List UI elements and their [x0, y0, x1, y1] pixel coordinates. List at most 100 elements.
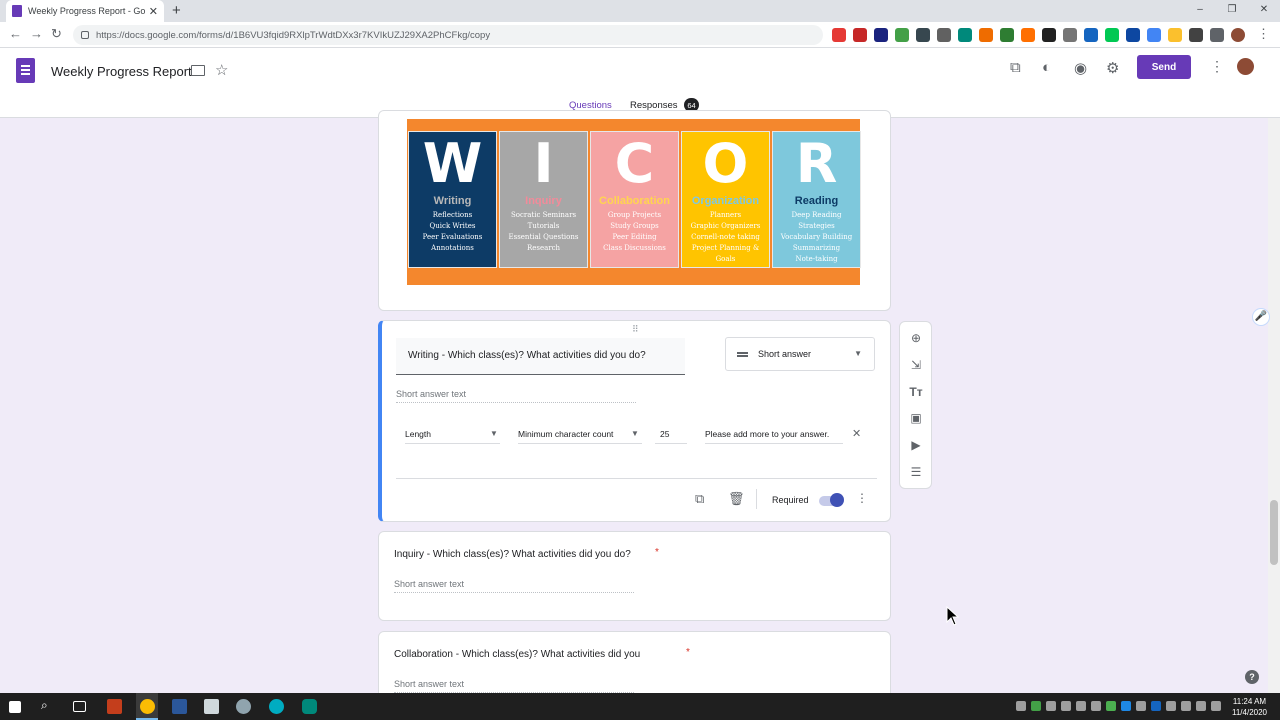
tray-icon[interactable]: [1196, 701, 1206, 711]
extension-icon[interactable]: [1126, 28, 1140, 42]
tray-icon[interactable]: [1046, 701, 1056, 711]
avatar[interactable]: [1237, 58, 1254, 75]
custom-error-text-input[interactable]: Please add more to your answer.: [705, 429, 829, 439]
addons-icon[interactable]: ⧉: [1010, 59, 1021, 76]
close-window-button[interactable]: ✕: [1248, 0, 1280, 22]
extension-icon[interactable]: [937, 28, 951, 42]
more-vert-icon[interactable]: ⋮: [856, 491, 868, 505]
active-question-card[interactable]: ⠿ Writing - Which class(es)? What activi…: [378, 320, 891, 522]
notepad-icon[interactable]: [204, 699, 219, 714]
tray-icon[interactable]: [1121, 701, 1131, 711]
extension-icon[interactable]: [853, 28, 867, 42]
drag-handle-icon[interactable]: ⠿: [632, 324, 640, 335]
star-icon[interactable]: ☆: [215, 61, 228, 79]
address-bar[interactable]: https://docs.google.com/forms/d/1B6VU3fq…: [73, 25, 823, 45]
tray-icon[interactable]: [1061, 701, 1071, 711]
tray-icon[interactable]: [1106, 701, 1116, 711]
search-icon[interactable]: ⌕: [41, 698, 56, 713]
duplicate-icon[interactable]: ⧉: [695, 491, 704, 507]
extension-icon[interactable]: [1000, 28, 1014, 42]
extension-icon[interactable]: [1021, 28, 1035, 42]
minimize-button[interactable]: –: [1184, 0, 1216, 22]
tray-icon[interactable]: [1136, 701, 1146, 711]
extension-icon[interactable]: [979, 28, 993, 42]
question-card[interactable]: Inquiry - Which class(es)? What activiti…: [378, 531, 891, 621]
extension-icon[interactable]: [1168, 28, 1182, 42]
new-tab-button[interactable]: +: [172, 2, 181, 19]
wicor-activity: Socratic Seminars: [510, 211, 577, 219]
chrome-icon[interactable]: [140, 699, 155, 714]
extension-icon[interactable]: [916, 28, 930, 42]
voice-typing-mic-icon[interactable]: 🎤: [1252, 308, 1270, 326]
word-icon[interactable]: [172, 699, 187, 714]
extension-icon[interactable]: [832, 28, 846, 42]
import-questions-icon[interactable]: ⇲: [908, 358, 924, 372]
tray-icon[interactable]: [1151, 701, 1161, 711]
scrollbar-thumb[interactable]: [1270, 500, 1278, 565]
delete-icon[interactable]: 🗑: [728, 491, 745, 507]
question-card[interactable]: Collaboration - Which class(es)? What ac…: [378, 631, 891, 701]
required-toggle-knob[interactable]: [830, 493, 844, 507]
wicor-activities: Reflections Quick Writes Peer Evaluations A…: [409, 210, 496, 254]
app-icon[interactable]: [236, 699, 251, 714]
extension-icon[interactable]: [874, 28, 888, 42]
question-title-input[interactable]: Writing - Which class(es)? What activiti…: [396, 338, 685, 375]
settings-icon[interactable]: ⚙: [1106, 59, 1119, 77]
palette-icon[interactable]: ◐: [1042, 59, 1051, 76]
browser-tab[interactable]: Weekly Progress Report - Google ✕: [6, 0, 164, 22]
reload-icon[interactable]: ↻: [51, 26, 62, 42]
select-underline: [405, 443, 500, 444]
restore-button[interactable]: ❐: [1216, 0, 1248, 22]
extension-icon[interactable]: [1063, 28, 1077, 42]
close-tab-icon[interactable]: ✕: [149, 5, 158, 18]
extension-icon[interactable]: [958, 28, 972, 42]
tray-icon[interactable]: [1091, 701, 1101, 711]
remove-validation-icon[interactable]: ✕: [852, 427, 861, 440]
move-to-folder-icon[interactable]: [191, 65, 205, 76]
preview-icon[interactable]: ◉: [1074, 59, 1087, 77]
wicor-letter: I: [533, 132, 554, 195]
tray-icon[interactable]: [1181, 701, 1191, 711]
screencast-icon[interactable]: [269, 699, 284, 714]
extension-icon[interactable]: [1189, 28, 1203, 42]
validation-condition-select[interactable]: Minimum character count: [518, 429, 613, 439]
tray-icon[interactable]: [1166, 701, 1176, 711]
add-image-icon[interactable]: ▣: [908, 411, 924, 425]
profile-avatar[interactable]: [1231, 28, 1245, 42]
image-card[interactable]: W Writing Reflections Quick Writes Peer Eval…: [378, 110, 891, 311]
add-video-icon[interactable]: ▶: [908, 438, 924, 452]
taskbar-clock[interactable]: 11:24 AM 11/4/2020: [1232, 696, 1267, 718]
meet-icon[interactable]: [302, 699, 317, 714]
select-underline: [518, 443, 642, 444]
extension-icon[interactable]: [1105, 28, 1119, 42]
side-toolbar: ⊕ ⇲ Tт ▣ ▶ ☰: [899, 321, 932, 489]
add-section-icon[interactable]: ☰: [908, 465, 924, 479]
extension-icon[interactable]: [1042, 28, 1056, 42]
wicor-activity: Project Planning & Goals: [691, 244, 760, 263]
help-icon[interactable]: ?: [1245, 670, 1259, 684]
extension-icon[interactable]: [1084, 28, 1098, 42]
chrome-menu-icon[interactable]: ⋮: [1257, 26, 1270, 42]
extensions-puzzle-icon[interactable]: [1210, 28, 1224, 42]
question-type-dropdown[interactable]: Short answer ▼: [725, 337, 875, 371]
windows-start-icon[interactable]: [9, 701, 21, 713]
extension-icon[interactable]: [895, 28, 909, 42]
page-scrollbar[interactable]: [1268, 118, 1280, 693]
more-vert-icon[interactable]: ⋮: [1210, 58, 1224, 75]
tray-icon[interactable]: [1076, 701, 1086, 711]
tray-icon[interactable]: [1211, 701, 1221, 711]
document-title[interactable]: Weekly Progress Report: [51, 64, 192, 79]
validation-number-input[interactable]: 25: [660, 429, 669, 439]
google-forms-logo-icon[interactable]: [16, 58, 35, 83]
add-title-icon[interactable]: Tт: [908, 385, 924, 399]
send-button[interactable]: Send: [1137, 55, 1191, 79]
tray-icon[interactable]: [1016, 701, 1026, 711]
add-question-icon[interactable]: ⊕: [908, 331, 924, 345]
back-icon[interactable]: ←: [9, 26, 22, 41]
tray-icon[interactable]: [1031, 701, 1041, 711]
validation-rule-select[interactable]: Length: [405, 429, 431, 439]
powerpoint-icon[interactable]: [107, 699, 122, 714]
task-view-icon[interactable]: [73, 701, 86, 712]
forward-icon[interactable]: →: [30, 26, 43, 41]
extension-icon[interactable]: [1147, 28, 1161, 42]
